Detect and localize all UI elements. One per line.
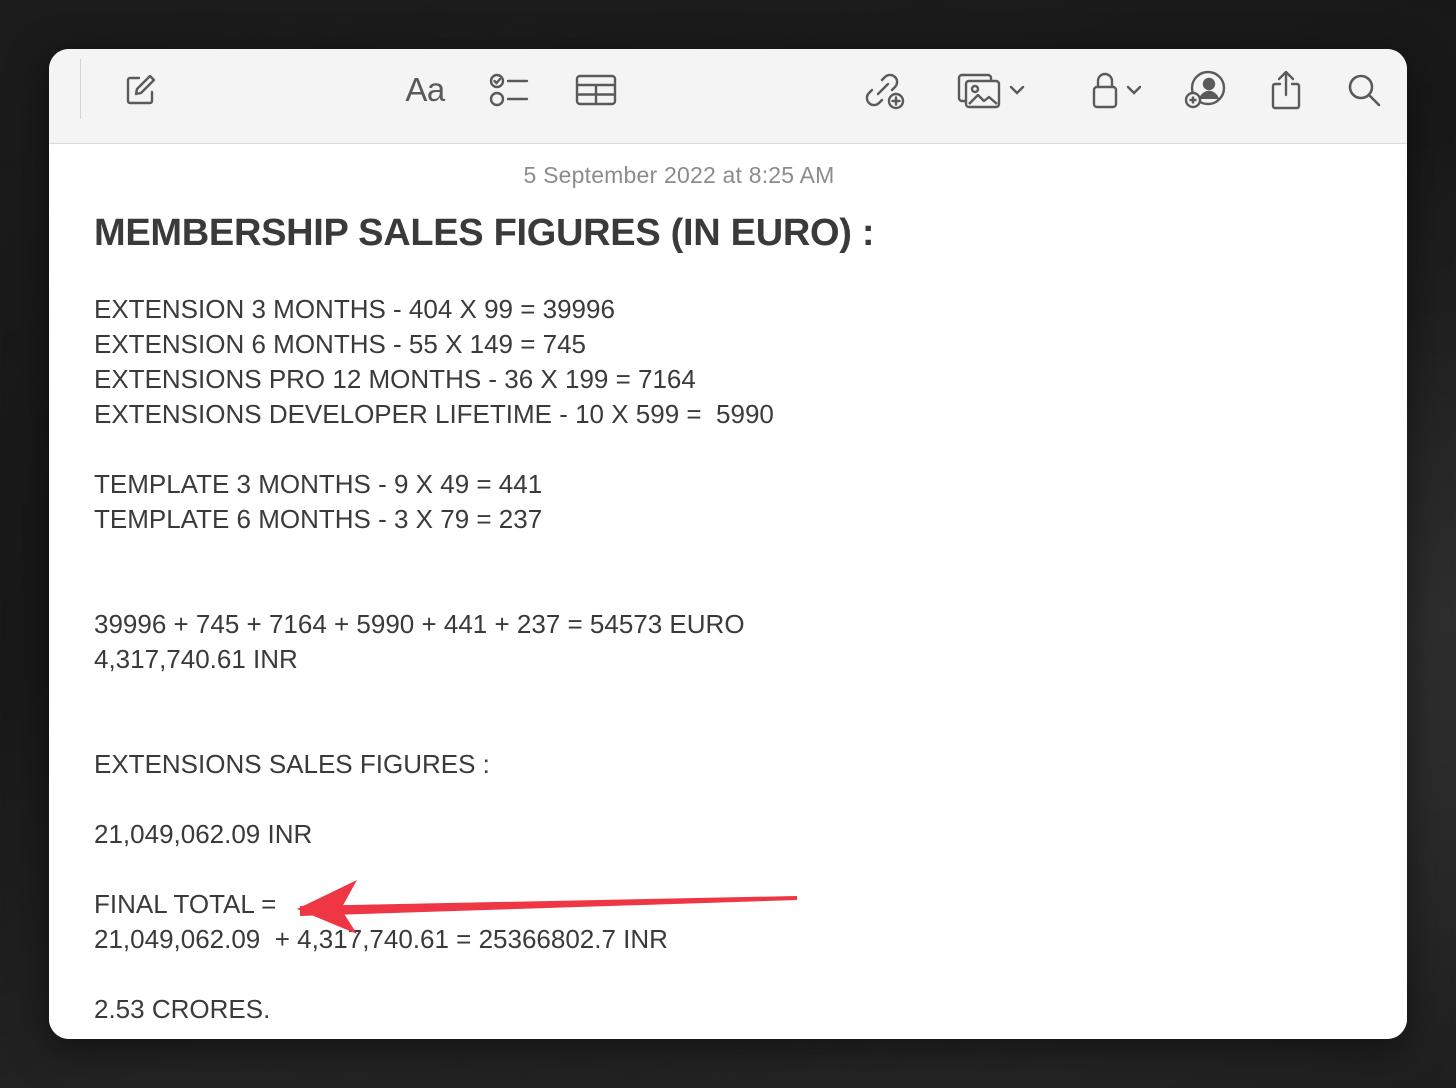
- collaborate-icon: [1184, 70, 1226, 109]
- note-line: EXTENSIONS PRO 12 MONTHS - 36 X 199 = 71…: [94, 364, 696, 394]
- note-line: EXTENSIONS SALES FIGURES :: [94, 749, 490, 779]
- chevron-down-icon: [1126, 85, 1142, 95]
- table-button[interactable]: [573, 67, 619, 113]
- collaborate-button[interactable]: [1183, 67, 1229, 113]
- checklist-icon: [489, 73, 529, 107]
- new-note-button[interactable]: [117, 67, 163, 113]
- lock-icon: [1092, 72, 1118, 109]
- note-line: TEMPLATE 3 MONTHS - 9 X 49 = 441: [94, 469, 543, 499]
- note-line: EXTENSION 6 MONTHS - 55 X 149 = 745: [94, 329, 587, 359]
- note-line: TEMPLATE 6 MONTHS - 3 X 79 = 237: [94, 504, 543, 534]
- format-label: Aa: [405, 71, 445, 108]
- toolbar: Aa: [49, 49, 1407, 144]
- note-line: 2.53 CRORES.: [94, 994, 271, 1024]
- table-icon: [575, 74, 617, 106]
- compose-icon: [126, 74, 156, 105]
- checklist-button[interactable]: [486, 67, 532, 113]
- annotation-arrow-icon: [297, 880, 797, 934]
- media-icon: [957, 73, 1001, 109]
- note-timestamp: 5 September 2022 at 8:25 AM: [523, 162, 835, 188]
- note-line: 4,317,740.61 INR: [94, 644, 298, 674]
- search-icon: [1348, 74, 1381, 107]
- note-line: 39996 + 745 + 7164 + 5990 + 441 + 237 = …: [94, 609, 745, 639]
- note-line: EXTENSIONS DEVELOPER LIFETIME - 10 X 599…: [94, 399, 774, 429]
- add-link-button[interactable]: [861, 67, 907, 113]
- share-button[interactable]: [1263, 67, 1309, 113]
- chevron-down-icon: [1009, 85, 1025, 95]
- note-line: EXTENSION 3 MONTHS - 404 X 99 = 39996: [94, 294, 615, 324]
- sidebar-divider: [80, 59, 81, 119]
- note-title: MEMBERSHIP SALES FIGURES (IN EURO) :: [94, 212, 875, 254]
- share-icon: [1271, 70, 1301, 110]
- lock-menu-button[interactable]: [1081, 67, 1151, 113]
- link-add-icon: [865, 73, 905, 110]
- search-button[interactable]: [1341, 67, 1387, 113]
- format-button[interactable]: Aa: [399, 67, 451, 113]
- note-line: 21,049,062.09 INR: [94, 819, 313, 849]
- media-menu-button[interactable]: [949, 67, 1033, 113]
